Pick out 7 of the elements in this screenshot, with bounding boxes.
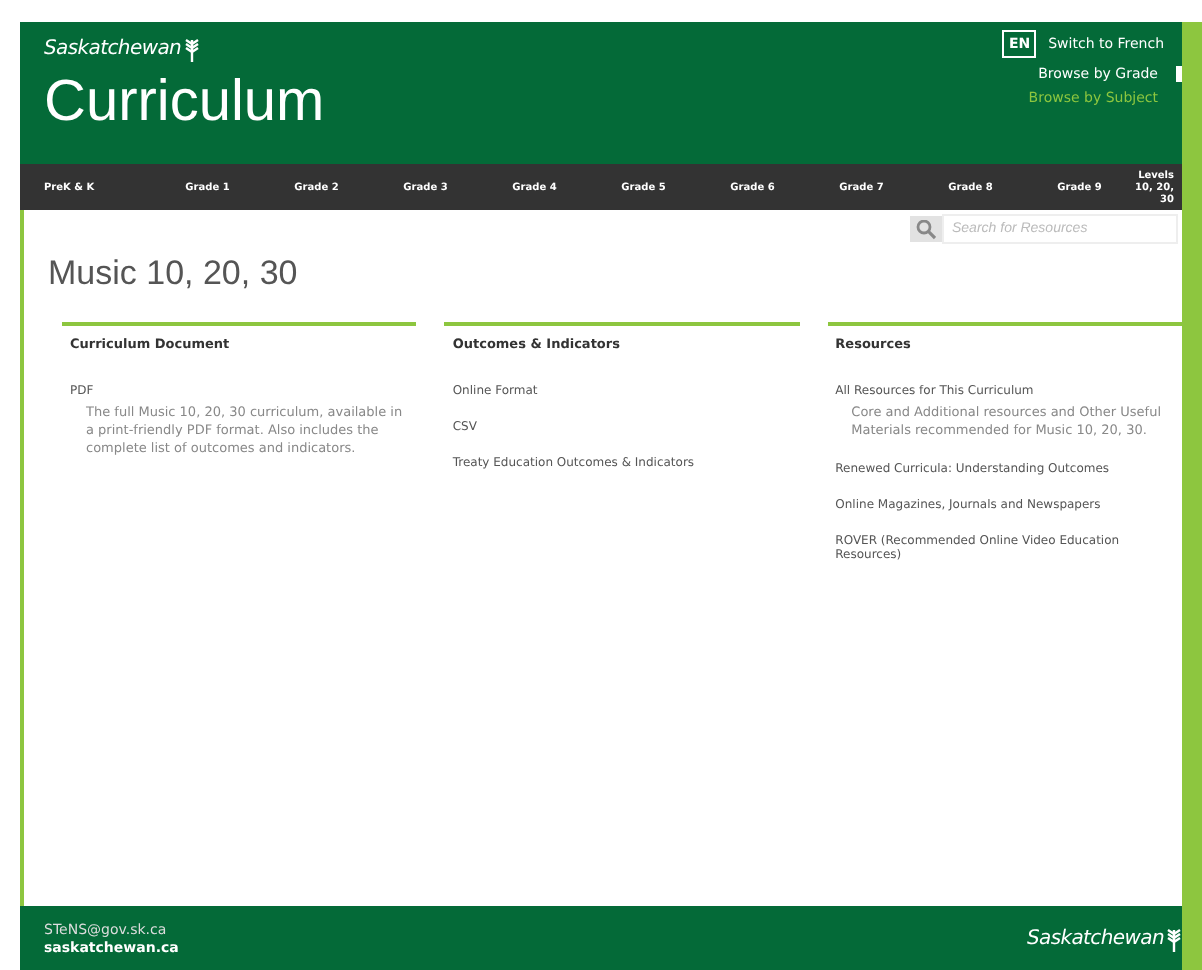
page-title: Music 10, 20, 30 xyxy=(48,254,300,294)
brand-logo[interactable]: Saskatchewan xyxy=(1026,927,1164,949)
wheat-icon xyxy=(1166,925,1182,951)
search-icon xyxy=(910,216,942,242)
site-title: Curriculum xyxy=(44,70,325,136)
wheat-icon xyxy=(183,36,200,62)
brand-logo[interactable]: Saskatchewan xyxy=(44,38,182,60)
